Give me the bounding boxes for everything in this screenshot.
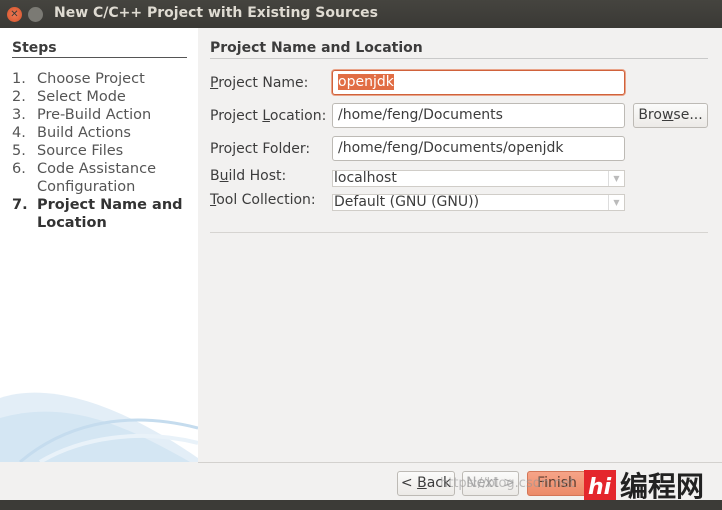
step-label: Project Name and Location bbox=[37, 197, 183, 231]
step-label: Choose Project bbox=[37, 71, 145, 87]
tool-collection-label: Tool Collection: bbox=[210, 192, 316, 208]
svg-text:编程网: 编程网 bbox=[620, 470, 704, 503]
step-item: 1. Choose Project bbox=[12, 70, 192, 88]
step-number: 2. bbox=[12, 89, 26, 105]
step-number: 4. bbox=[12, 125, 26, 141]
steps-list: 1. Choose Project 2. Select Mode 3. Pre-Build… bbox=[12, 70, 192, 232]
step-label: Select Mode bbox=[37, 89, 126, 105]
step-label: Pre-Build Action bbox=[37, 107, 152, 123]
chevron-down-icon: ▼ bbox=[608, 195, 624, 210]
project-location-input[interactable]: /home/feng/Documents bbox=[332, 103, 625, 128]
step-item: 6. Code Assistance Configuration bbox=[12, 160, 192, 196]
dialog: Steps 1. Choose Project 2. Select Mode 3. Pre… bbox=[0, 28, 722, 500]
project-location-label: Project Location: bbox=[210, 108, 327, 124]
step-label: Build Actions bbox=[37, 125, 131, 141]
project-form: Project Name and Location Project Name: … bbox=[210, 40, 708, 233]
steps-panel: Steps 1. Choose Project 2. Select Mode 3. Pre… bbox=[0, 28, 198, 462]
decorative-swoosh-image bbox=[0, 392, 198, 462]
title-bar: ✕ New C/C++ Project with Existing Source… bbox=[0, 0, 722, 28]
watermark-url: https://blog.csdn.net bbox=[440, 476, 575, 491]
watermark-logo: hi 编程网 bbox=[584, 470, 704, 503]
project-folder-label: Project Folder: bbox=[210, 141, 311, 157]
project-name-input[interactable]: openjdk bbox=[332, 70, 625, 95]
build-host-label: Build Host: bbox=[210, 168, 287, 184]
window-title: New C/C++ Project with Existing Sources bbox=[54, 5, 379, 21]
build-host-select[interactable]: localhost ▼ bbox=[332, 170, 625, 187]
step-number: 7. bbox=[12, 197, 28, 213]
svg-text:hi: hi bbox=[588, 475, 612, 500]
step-number: 1. bbox=[12, 71, 26, 87]
project-folder-input[interactable]: /home/feng/Documents/openjdk bbox=[332, 136, 625, 161]
divider bbox=[198, 462, 722, 463]
browse-button[interactable]: Browse... bbox=[633, 103, 708, 128]
steps-heading: Steps bbox=[12, 40, 187, 58]
step-label: Source Files bbox=[37, 143, 124, 159]
step-number: 5. bbox=[12, 143, 26, 159]
step-item: 7. Project Name and Location bbox=[12, 196, 192, 232]
step-number: 6. bbox=[12, 161, 26, 177]
step-item: 2. Select Mode bbox=[12, 88, 192, 106]
step-item: 3. Pre-Build Action bbox=[12, 106, 192, 124]
step-number: 3. bbox=[12, 107, 26, 123]
chevron-down-icon: ▼ bbox=[608, 171, 624, 186]
step-item: 4. Build Actions bbox=[12, 124, 192, 142]
step-label: Code Assistance Configuration bbox=[37, 161, 156, 195]
close-button[interactable]: ✕ bbox=[7, 7, 22, 22]
tool-collection-select[interactable]: Default (GNU (GNU)) ▼ bbox=[332, 194, 625, 211]
step-item: 5. Source Files bbox=[12, 142, 192, 160]
minimize-button[interactable] bbox=[28, 7, 43, 22]
divider bbox=[210, 232, 708, 233]
form-heading: Project Name and Location bbox=[210, 40, 708, 59]
project-name-label: Project Name: bbox=[210, 75, 309, 91]
